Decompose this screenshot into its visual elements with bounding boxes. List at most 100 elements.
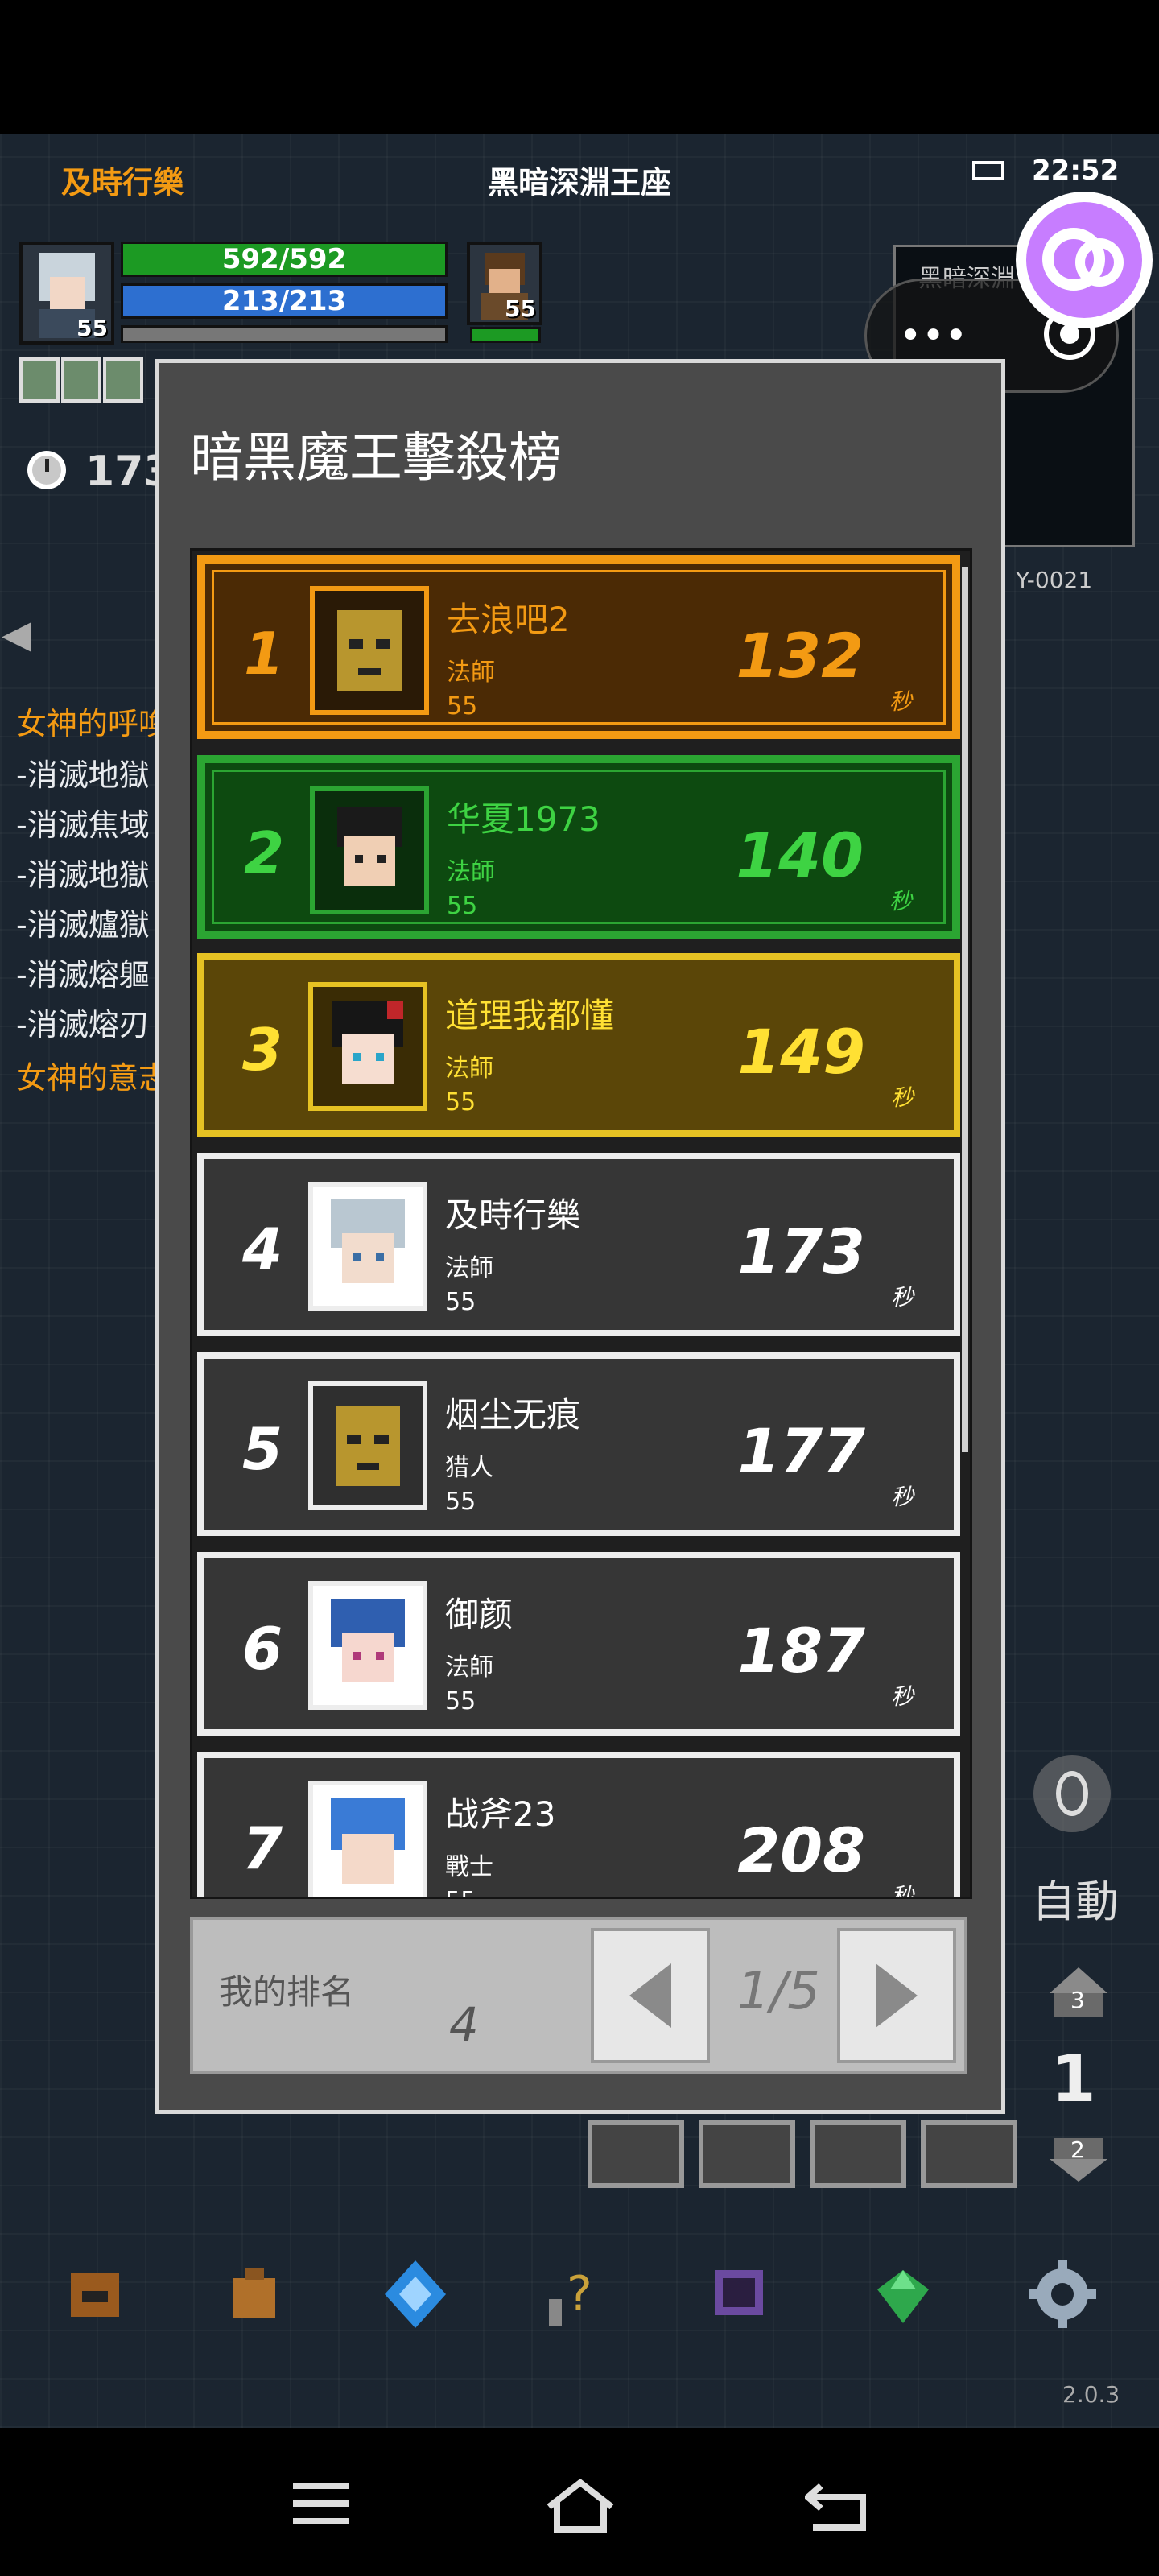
- time-unit: 秒: [889, 688, 912, 715]
- clock: 22:52: [1032, 155, 1120, 187]
- skill-slot[interactable]: [921, 2120, 1017, 2188]
- buff-shield-icon: [19, 357, 143, 402]
- blue-hair-avatar-icon: [331, 1599, 405, 1682]
- rank-number: 2: [244, 819, 285, 887]
- rank-number: 1: [244, 620, 285, 687]
- minimap-coord: Y-0021: [1016, 567, 1093, 593]
- player-portrait[interactable]: 55: [19, 242, 114, 345]
- blue-hair-avatar-icon: [331, 1798, 405, 1884]
- menu-nav-icon[interactable]: [293, 2478, 349, 2526]
- leaderboard-row[interactable]: 6 御颜 法師 55 187 秒: [197, 1552, 960, 1736]
- next-page-button[interactable]: [837, 1928, 956, 2063]
- player-class: 猎人: [445, 1454, 493, 1482]
- player-level: 55: [445, 1288, 476, 1316]
- quest-title[interactable]: 女神的呼喚: [16, 699, 169, 743]
- mp-bar: 213/213: [121, 283, 448, 319]
- leaderboard-list[interactable]: 1 去浪吧2 法師 55 132 秒 2 华夏1973 法師 55 140 秒 …: [190, 548, 972, 1899]
- quest-item[interactable]: -消滅熔刃: [16, 1000, 150, 1044]
- bag-icon[interactable]: [214, 2254, 295, 2334]
- modal-title: 暗黑魔王擊殺榜: [190, 427, 562, 489]
- helmet-icon[interactable]: [55, 2254, 135, 2334]
- hp-bar: 592/592: [121, 242, 448, 277]
- leaderboard-row[interactable]: 1 去浪吧2 法師 55 132 秒: [197, 555, 960, 739]
- kill-time: 173: [737, 1216, 865, 1287]
- golden-mask-icon: [337, 610, 402, 691]
- quest-item[interactable]: -消滅焦域: [16, 800, 150, 844]
- quest-help-icon[interactable]: ?: [534, 2254, 615, 2334]
- avatar: [308, 982, 427, 1111]
- monitor-icon[interactable]: [699, 2254, 779, 2334]
- back-nav-icon[interactable]: [802, 2478, 869, 2534]
- girl-avatar-icon: [332, 1001, 403, 1084]
- skill-slot[interactable]: [699, 2120, 795, 2188]
- rank-number: 3: [242, 1016, 283, 1084]
- skill-slot[interactable]: [810, 2120, 906, 2188]
- player-name: 御颜: [445, 1595, 514, 1634]
- rank-number: 7: [242, 1814, 283, 1882]
- player-level: 55: [76, 315, 108, 341]
- player-level: 55: [447, 892, 478, 920]
- avatar: [310, 586, 429, 715]
- time-unit: 秒: [890, 1484, 914, 1510]
- prev-page-button[interactable]: [591, 1928, 710, 2063]
- time-unit: 秒: [890, 1084, 914, 1111]
- gem-icon[interactable]: [863, 2254, 943, 2334]
- kill-time: 140: [736, 819, 864, 891]
- rank-number: 6: [242, 1615, 283, 1682]
- svg-text:?: ?: [567, 2266, 592, 2322]
- quest-item[interactable]: -消滅地獄: [16, 750, 150, 795]
- more-icon[interactable]: •••: [899, 313, 967, 358]
- silver-hair-avatar-icon: [331, 1199, 405, 1283]
- auto-button[interactable]: 自動: [1032, 1866, 1119, 1930]
- arrow-right-icon: [876, 1963, 918, 2028]
- exp-bar: [121, 325, 448, 343]
- rank-number: 5: [242, 1415, 283, 1483]
- quest-item[interactable]: -消滅地獄: [16, 850, 150, 894]
- avatar: [308, 1381, 427, 1510]
- time-unit: 秒: [890, 1683, 914, 1710]
- pet-portrait[interactable]: 55: [467, 242, 542, 325]
- player-name: 烟尘无痕: [445, 1395, 581, 1435]
- settings-gear-icon[interactable]: [1022, 2254, 1103, 2334]
- player-class: 法師: [445, 1055, 493, 1083]
- time-unit: 秒: [889, 888, 912, 914]
- leaderboard-row[interactable]: 4 及時行樂 法師 55 173 秒: [197, 1153, 960, 1336]
- battery-icon: [972, 161, 1004, 180]
- skill-slot[interactable]: [588, 2120, 684, 2188]
- leaderboard-row[interactable]: 2 华夏1973 法師 55 140 秒: [197, 755, 960, 939]
- player-class: 法師: [445, 1254, 493, 1282]
- home-nav-icon[interactable]: [544, 2478, 617, 2534]
- floor-up-button[interactable]: 3: [1046, 1964, 1111, 2021]
- collapse-quest-icon[interactable]: ◀: [2, 612, 31, 660]
- buff-icons[interactable]: [19, 356, 148, 404]
- auto-toggle-icon[interactable]: [1033, 1755, 1111, 1832]
- time-unit: 秒: [890, 1883, 914, 1899]
- kill-time: 208: [737, 1814, 865, 1886]
- quest-title[interactable]: 女神的意志: [16, 1053, 169, 1097]
- avatar: [308, 1781, 427, 1897]
- my-rank-label: 我的排名: [219, 1972, 355, 2012]
- leaderboard-row[interactable]: 5 烟尘无痕 猎人 55 177 秒: [197, 1352, 960, 1536]
- player-name: 道理我都懂: [445, 996, 615, 1035]
- quest-item[interactable]: -消滅爐獄: [16, 900, 150, 944]
- avatar: [308, 1581, 427, 1710]
- player-level: 55: [445, 1488, 476, 1516]
- pet-level: 55: [505, 295, 536, 322]
- player-name: 及時行樂: [61, 165, 184, 200]
- leaderboard-modal: 暗黑魔王擊殺榜 1 去浪吧2 法師 55 132 秒 2 华夏1973 法師 5…: [155, 359, 1005, 2114]
- skill-crystal-icon[interactable]: [375, 2254, 456, 2334]
- leaderboard-row[interactable]: 3 道理我都懂 法師 55 149 秒: [197, 953, 960, 1137]
- player-name: 去浪吧2: [447, 600, 570, 639]
- arrow-left-icon: [629, 1963, 671, 2028]
- pet-hp-bar: [470, 327, 541, 343]
- floor-down-button[interactable]: 2: [1046, 2135, 1111, 2183]
- kill-time: 149: [737, 1016, 865, 1088]
- avatar: [308, 1182, 427, 1311]
- kill-time: 187: [737, 1615, 865, 1686]
- list-scrollbar[interactable]: [962, 567, 968, 1452]
- leaderboard-row[interactable]: 7 战斧23 戰士 55 208 秒: [197, 1752, 960, 1899]
- assistant-logo-icon[interactable]: [1016, 192, 1153, 328]
- player-level: 55: [445, 1887, 476, 1897]
- golden-mask-icon: [336, 1406, 400, 1486]
- quest-item[interactable]: -消滅熔軀: [16, 950, 150, 994]
